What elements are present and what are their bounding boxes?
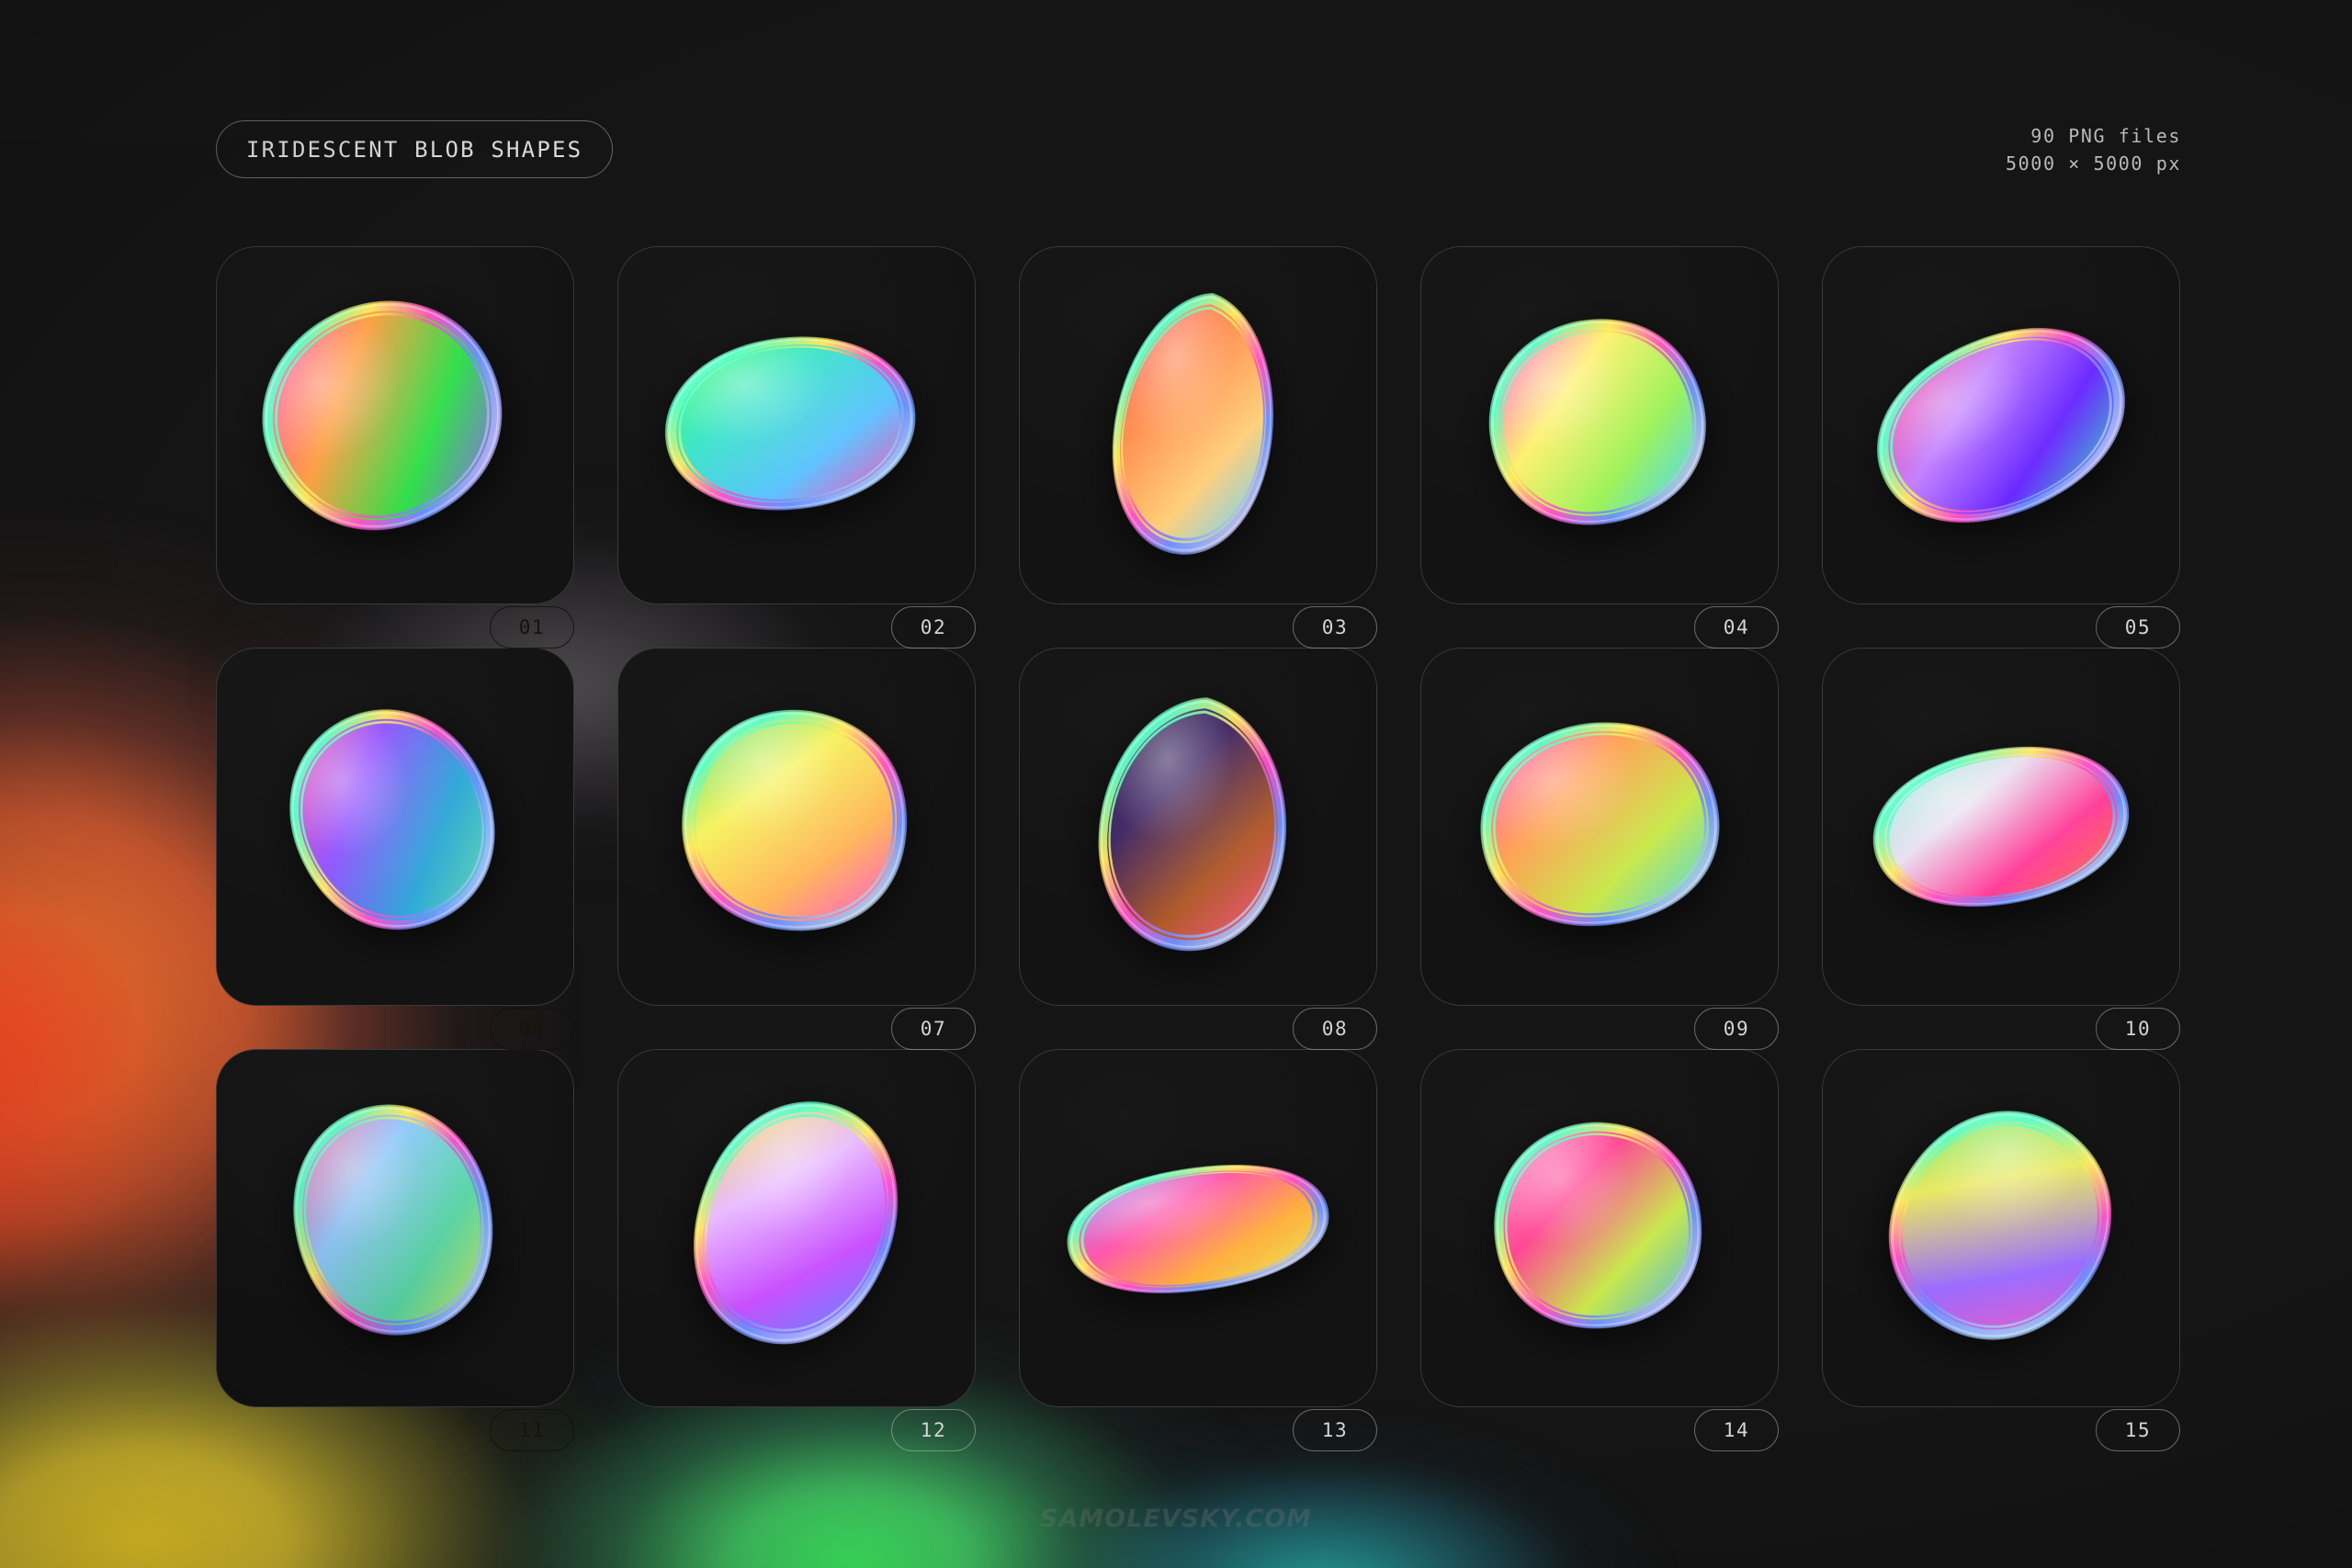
poster-canvas: 01 [0, 0, 2352, 1568]
blob-number-badge-09[interactable]: 09 [1694, 1008, 1779, 1050]
blob-card-15[interactable] [1822, 1049, 2180, 1407]
badge-label: 13 [1322, 1419, 1349, 1441]
blob-number-badge-15[interactable]: 15 [2096, 1409, 2180, 1451]
blob-card-04[interactable] [1420, 246, 1779, 604]
file-dimensions: 5000 × 5000 px [2006, 150, 2181, 177]
blob-shape-11 [290, 1101, 496, 1338]
badge-label: 15 [2125, 1419, 2152, 1441]
blob-shape-06 [288, 705, 496, 933]
blob-number-badge-10[interactable]: 10 [2096, 1008, 2180, 1050]
blob-card-01[interactable] [216, 246, 574, 604]
badge-label: 05 [2125, 616, 2152, 638]
blob-card-11[interactable] [216, 1049, 574, 1407]
blob-number-badge-04[interactable]: 04 [1694, 606, 1779, 649]
blob-shape-14 [1489, 1120, 1706, 1331]
badge-label: 12 [921, 1419, 947, 1441]
blob-shape-05 [1863, 332, 2139, 519]
blob-number-badge-06[interactable]: 06 [490, 1008, 574, 1050]
blob-card-12[interactable] [617, 1049, 976, 1407]
title-badge-label: IRIDESCENT BLOB SHAPES [246, 137, 582, 163]
blob-shape-03 [1108, 291, 1281, 556]
blob-card-14[interactable] [1420, 1049, 1779, 1407]
blob-number-badge-07[interactable]: 07 [891, 1008, 976, 1050]
badge-label: 10 [2125, 1018, 2152, 1040]
blob-number-badge-02[interactable]: 02 [891, 606, 976, 649]
blob-shape-10 [1863, 744, 2139, 909]
grain-texture [0, 0, 276, 138]
blob-card-10[interactable] [1822, 648, 2180, 1006]
file-count: 90 PNG files [2006, 122, 2181, 150]
blob-shape-15 [1887, 1101, 2113, 1349]
badge-label: 03 [1322, 616, 1349, 638]
blob-number-badge-13[interactable]: 13 [1293, 1409, 1377, 1451]
blob-shape-01 [257, 300, 507, 530]
file-meta: 90 PNG files 5000 × 5000 px [2006, 122, 2181, 177]
badge-label: 02 [921, 616, 947, 638]
badge-label: 06 [519, 1018, 546, 1040]
badge-label: 04 [1724, 616, 1750, 638]
blob-number-badge-12[interactable]: 12 [891, 1409, 976, 1451]
blob-number-badge-01[interactable]: 01 [490, 606, 574, 649]
blob-card-03[interactable] [1019, 246, 1377, 604]
badge-label: 08 [1322, 1018, 1349, 1040]
blob-shape-02 [659, 333, 922, 513]
blob-shape-04 [1484, 317, 1710, 526]
blob-number-badge-08[interactable]: 08 [1293, 1008, 1377, 1050]
badge-label: 07 [921, 1018, 947, 1040]
blob-shape-12 [694, 1096, 898, 1349]
blob-card-07[interactable] [617, 648, 976, 1006]
badge-label: 01 [519, 616, 546, 638]
blob-card-09[interactable] [1420, 648, 1779, 1006]
blob-number-badge-11[interactable]: 11 [490, 1409, 574, 1451]
badge-label: 09 [1724, 1018, 1750, 1040]
badge-label: 14 [1724, 1419, 1750, 1441]
blob-shape-08 [1091, 696, 1295, 952]
title-badge: IRIDESCENT BLOB SHAPES [216, 120, 613, 178]
blob-number-badge-14[interactable]: 14 [1694, 1409, 1779, 1451]
blob-number-badge-05[interactable]: 05 [2096, 606, 2180, 649]
blob-card-05[interactable] [1822, 246, 2180, 604]
watermark: SAMOLEVSKY.COM [0, 1505, 2352, 1533]
blob-card-13[interactable] [1019, 1049, 1377, 1407]
blob-shape-07 [677, 707, 912, 933]
blob-number-badge-03[interactable]: 03 [1293, 606, 1377, 649]
badge-label: 11 [519, 1419, 546, 1441]
blob-shape-13 [1060, 1162, 1336, 1296]
blob-card-02[interactable] [617, 246, 976, 604]
blob-card-06[interactable] [216, 648, 574, 1006]
blob-card-08[interactable] [1019, 648, 1377, 1006]
blob-shape-09 [1475, 720, 1724, 928]
